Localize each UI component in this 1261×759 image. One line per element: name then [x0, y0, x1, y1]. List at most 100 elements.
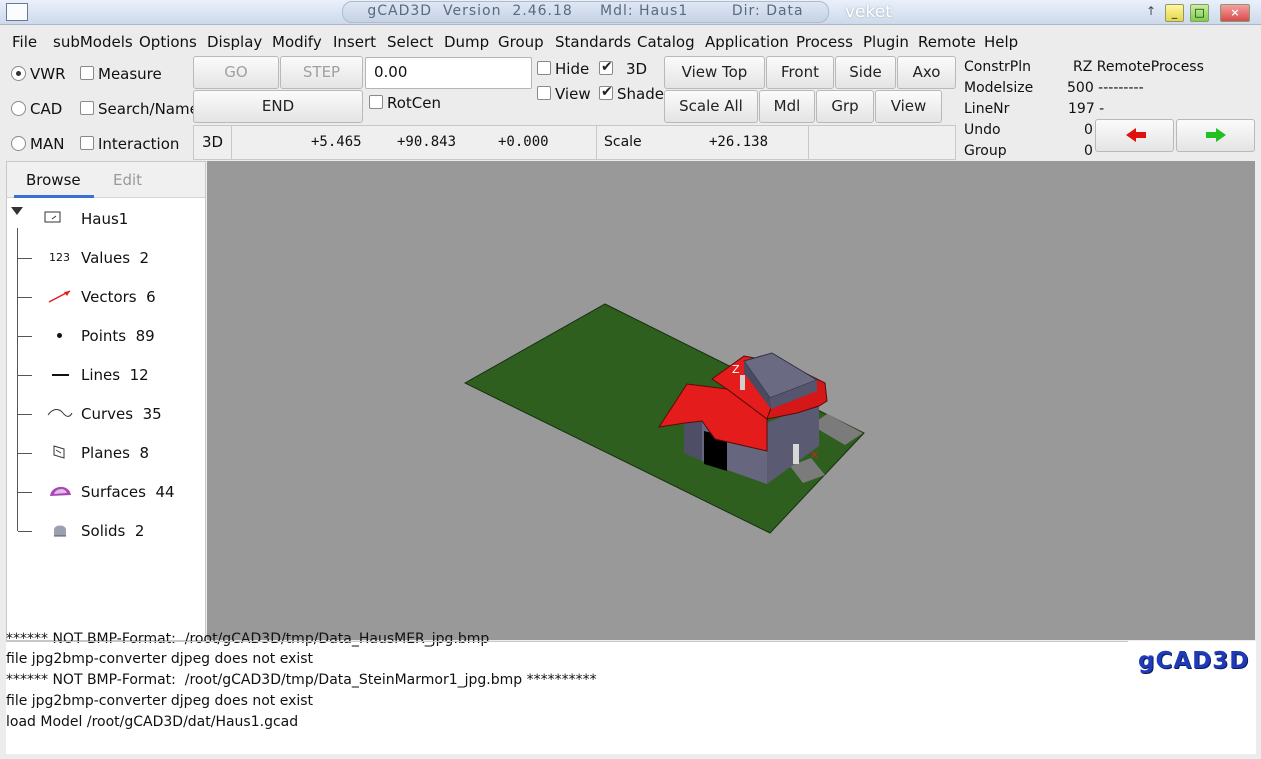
group-label: Group — [964, 143, 1007, 159]
menu-group[interactable]: Group — [498, 33, 544, 51]
scale-value: +26.138 — [709, 134, 769, 150]
menu-plugin[interactable]: Plugin — [863, 33, 909, 51]
tab-browse[interactable]: Browse — [26, 171, 81, 189]
menu-application[interactable]: Application — [705, 33, 789, 51]
door — [793, 444, 799, 464]
redo-button[interactable] — [1176, 119, 1255, 152]
tree-branch — [18, 297, 32, 298]
rotcen-label: RotCen — [387, 94, 442, 112]
tab-edit[interactable]: Edit — [113, 171, 142, 189]
keep-on-top-icon[interactable]: ↑ — [1146, 4, 1156, 18]
modelsize-label: Modelsize — [964, 80, 1034, 96]
menu-help[interactable]: Help — [984, 33, 1018, 51]
tree-item-points[interactable]: Points 89 — [81, 327, 155, 345]
scale-label: Scale — [604, 134, 642, 150]
interaction-checkbox[interactable] — [80, 136, 94, 150]
tree-item-values[interactable]: Values 2 — [81, 249, 149, 267]
menu-options[interactable]: Options — [139, 33, 197, 51]
modelsize-value: 500 --------- — [1067, 80, 1144, 96]
model-icon — [44, 211, 61, 223]
mode-man-radio[interactable] — [11, 136, 26, 151]
view-checkbox[interactable] — [537, 86, 551, 100]
mode-cad-radio[interactable] — [11, 101, 26, 116]
menu-display[interactable]: Display — [207, 33, 262, 51]
tree-branch — [18, 492, 32, 493]
menu-submodels[interactable]: subModels — [53, 33, 133, 51]
tree-item-curves[interactable]: Curves 35 — [81, 405, 162, 423]
message-line: ****** NOT BMP-Format: /root/gCAD3D/tmp/… — [6, 672, 597, 688]
chimney — [740, 375, 745, 390]
undo-button[interactable] — [1095, 119, 1174, 152]
mode-vwr-radio[interactable] — [11, 66, 26, 81]
group-value: 0 — [1084, 143, 1093, 159]
view-button[interactable]: View — [875, 90, 942, 123]
step-button[interactable]: STEP — [280, 56, 363, 89]
mode-man-label: MAN — [30, 135, 65, 153]
menu-standards[interactable]: Standards — [555, 33, 631, 51]
tree-item-planes[interactable]: Planes 8 — [81, 444, 149, 462]
solid-icon — [54, 525, 66, 537]
axo-button[interactable]: Axo — [897, 56, 956, 89]
front-button[interactable]: Front — [766, 56, 834, 89]
message-line: file jpg2bmp-converter djpeg does not ex… — [6, 651, 314, 667]
message-line: file jpg2bmp-converter djpeg does not ex… — [6, 693, 314, 709]
search-name-checkbox[interactable] — [80, 101, 94, 115]
menu-file[interactable]: File — [12, 33, 37, 51]
undo-label: Undo — [964, 122, 1001, 138]
maximize-icon[interactable]: □ — [1190, 4, 1209, 22]
tree-branch — [18, 414, 32, 415]
tree-item-lines[interactable]: Lines 12 — [81, 366, 149, 384]
view-top-button[interactable]: View Top — [664, 56, 765, 89]
grp-button[interactable]: Grp — [816, 90, 874, 123]
model-render: Z × — [463, 303, 865, 534]
tree-item-solids[interactable]: Solids 2 — [81, 522, 144, 540]
interaction-label: Interaction — [98, 135, 180, 153]
plane-icon — [53, 445, 65, 459]
tree-item-vectors[interactable]: Vectors 6 — [81, 288, 156, 306]
mdl-button[interactable]: Mdl — [759, 90, 815, 123]
side-button[interactable]: Side — [835, 56, 896, 89]
go-button[interactable]: GO — [193, 56, 279, 89]
window-title: gCAD3D Version 2.46.18 Mdl: Haus1 Dir: D… — [367, 3, 804, 19]
divider — [6, 641, 1128, 642]
scale-all-button[interactable]: Scale All — [664, 90, 758, 123]
redo-arrow-icon — [1206, 128, 1226, 142]
tree-branch — [18, 258, 32, 259]
value-input[interactable]: 0.00 — [365, 57, 532, 89]
view-checkbox-label: View — [555, 85, 591, 103]
hide-label: Hide — [555, 60, 590, 78]
undo-value: 0 — [1084, 122, 1093, 138]
minimize-icon[interactable]: _ — [1165, 4, 1184, 22]
vector-icon — [48, 290, 71, 303]
end-button[interactable]: END — [193, 90, 363, 123]
tree-branch — [18, 453, 32, 454]
tree-expander-icon[interactable] — [11, 207, 23, 215]
menu-insert[interactable]: Insert — [333, 33, 376, 51]
hide-checkbox[interactable] — [537, 61, 551, 75]
tree-branch — [18, 531, 32, 532]
undo-arrow-icon — [1126, 128, 1146, 142]
3d-checkbox[interactable] — [599, 59, 613, 75]
search-name-label: Search/Name — [98, 100, 199, 118]
3d-viewport[interactable]: Z × — [207, 161, 1255, 640]
rotcen-checkbox[interactable] — [369, 95, 383, 109]
menu-remote[interactable]: Remote — [918, 33, 976, 51]
origin-marker: × — [810, 448, 819, 461]
message-line: load Model /root/gCAD3D/dat/Haus1.gcad — [6, 714, 299, 730]
tree-item-surfaces[interactable]: Surfaces 44 — [81, 483, 175, 501]
linenr-value: 197 - — [1068, 101, 1105, 117]
coord-x: +5.465 — [311, 134, 362, 150]
3d-label: 3D — [626, 60, 648, 78]
menu-modify[interactable]: Modify — [272, 33, 322, 51]
menu-select[interactable]: Select — [387, 33, 433, 51]
window-menu-icon[interactable] — [6, 3, 28, 21]
shade-checkbox[interactable] — [599, 84, 613, 100]
measure-checkbox[interactable] — [80, 66, 94, 80]
menu-process[interactable]: Process — [796, 33, 853, 51]
close-icon[interactable]: × — [1220, 4, 1250, 22]
menu-dump[interactable]: Dump — [444, 33, 489, 51]
axis-z-label: Z — [732, 363, 740, 376]
browser-panel — [6, 161, 206, 641]
tree-root-label[interactable]: Haus1 — [81, 210, 128, 228]
menu-catalog[interactable]: Catalog — [637, 33, 695, 51]
